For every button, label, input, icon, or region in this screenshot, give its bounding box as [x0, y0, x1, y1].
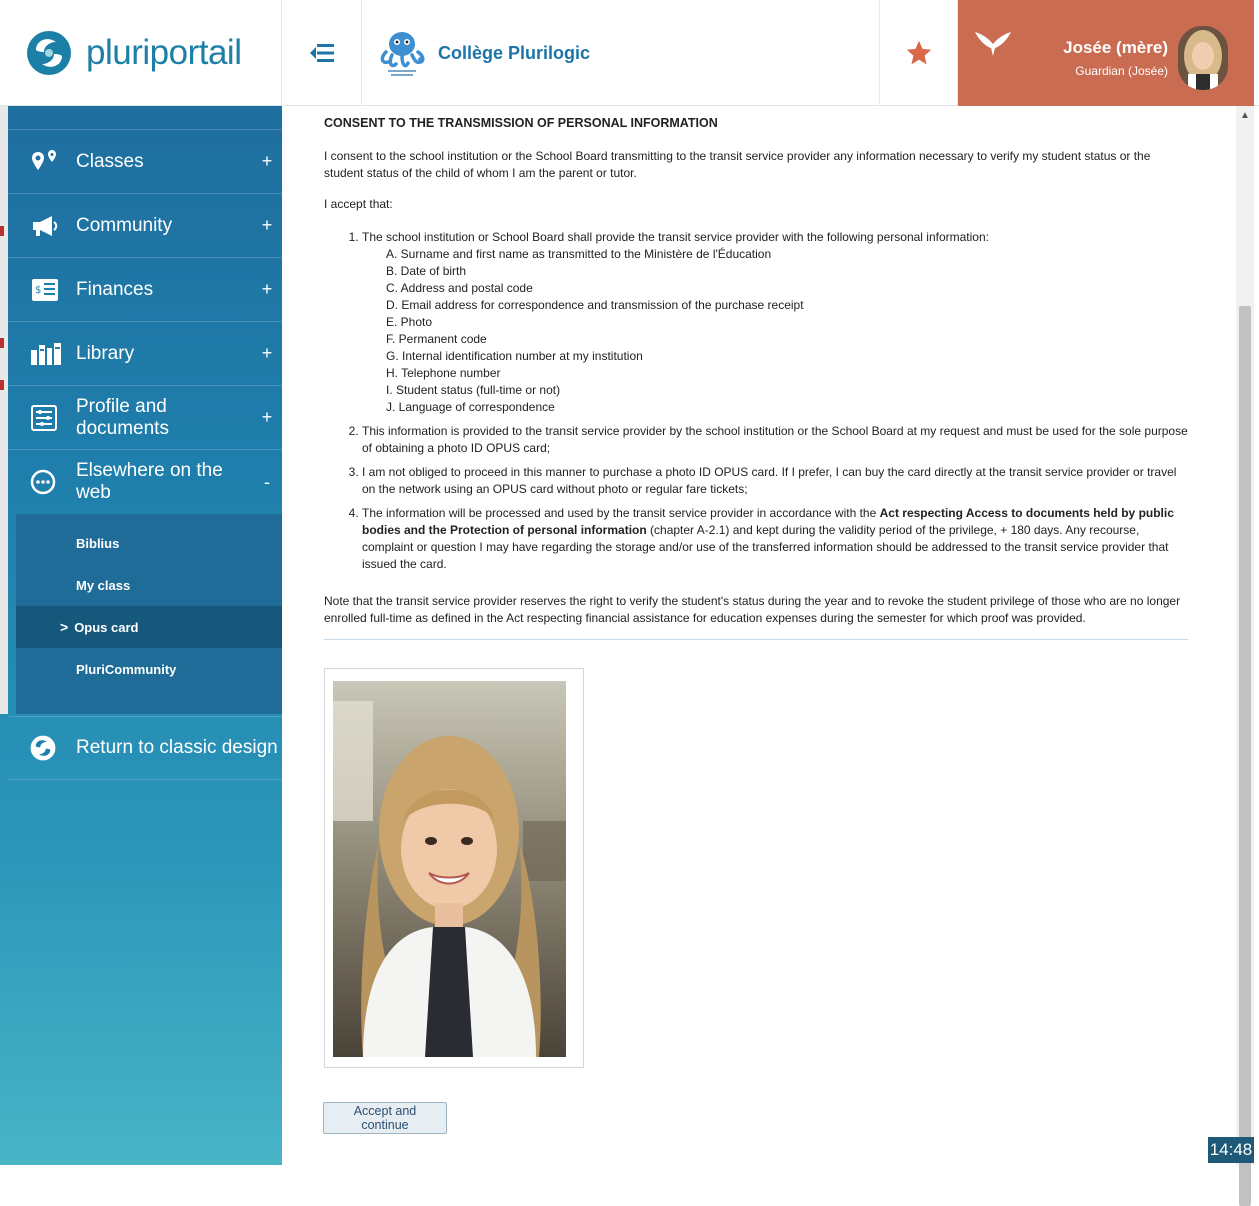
settings-sliders-icon — [30, 401, 76, 435]
sidebar-item-label: Library — [76, 342, 135, 364]
list-item: B. Date of birth — [386, 264, 467, 278]
chevron-right-icon: > — [60, 619, 69, 635]
bird-icon — [975, 32, 1011, 56]
expand-toggle[interactable]: + — [252, 151, 282, 172]
sidebar-subitem-opus-card[interactable]: > Opus card — [16, 606, 282, 648]
list-item: E. Photo — [386, 315, 433, 329]
sidebar-item-profile-documents[interactable]: Profile and documents + — [8, 386, 282, 450]
sidebar-item-label: Profile and documents — [76, 395, 169, 439]
svg-text:$: $ — [35, 285, 41, 296]
map-pin-icon — [30, 145, 76, 179]
sidebar-item-label: Community — [76, 214, 173, 236]
sidebar-subitem-label: Opus card — [74, 619, 139, 635]
expand-toggle[interactable]: + — [252, 215, 282, 236]
user-role: Guardian (Josée) — [1075, 64, 1168, 78]
accept-and-continue-button[interactable]: Accept and continue — [323, 1102, 447, 1134]
sidebar: Classes + Community + $ Finances + Libra… — [0, 106, 282, 1165]
divider — [324, 639, 1188, 640]
scrollbar-thumb[interactable] — [1239, 306, 1251, 1206]
return-classic-design-link[interactable]: Return to classic design — [8, 716, 282, 780]
books-icon — [30, 337, 76, 371]
list-item: This information is provided to the tran… — [362, 423, 1190, 457]
list-item: C. Address and postal code — [386, 281, 533, 295]
consent-intro: I consent to the school institution or t… — [324, 149, 1151, 180]
edge-marker — [0, 380, 4, 390]
logo-text: pluriportail — [86, 33, 242, 72]
main-content: CONSENT TO THE TRANSMISSION OF PERSONAL … — [310, 106, 1208, 1165]
sidebar-subitem-label: PluriCommunity — [76, 661, 177, 677]
expand-toggle[interactable]: + — [252, 279, 282, 300]
sidebar-item-community[interactable]: Community + — [8, 194, 282, 258]
list-item: A. Surname and first name as transmitted… — [386, 247, 772, 261]
list-item: I am not obliged to proceed in this mann… — [362, 464, 1190, 498]
top-header: pluriportail Collège Plurilogic Josée (m — [0, 0, 1259, 106]
accept-intro: I accept that: — [324, 197, 393, 211]
sidebar-item-classes[interactable]: Classes + — [8, 130, 282, 194]
sidebar-item-label: Return to classic design — [76, 737, 278, 758]
ellipsis-circle-icon — [30, 465, 76, 499]
favorites-button[interactable] — [880, 0, 958, 106]
transit-note: Note that the transit service provider r… — [324, 594, 1181, 625]
avatar[interactable] — [1178, 26, 1228, 90]
sidebar-subitem-pluricommunity[interactable]: PluriCommunity — [16, 648, 282, 690]
list-item: D. Email address for correspondence and … — [386, 298, 804, 312]
sidebar-item-label: Classes — [76, 150, 144, 172]
collapse-menu-icon — [309, 44, 334, 62]
sidebar-item-label: Finances — [76, 278, 154, 300]
sidebar-subitem-label: My class — [76, 577, 131, 593]
pluriportail-logo-icon — [30, 731, 76, 765]
list-item: The information will be processed and us… — [362, 505, 1190, 573]
invoice-icon: $ — [30, 273, 76, 307]
collapse-toggle[interactable]: - — [252, 472, 282, 493]
sidebar-item-label: Elsewhere on the web — [76, 460, 223, 503]
list-item: F. Permanent code — [386, 332, 487, 346]
student-photo-image — [333, 681, 566, 1057]
scroll-up-icon[interactable]: ▲ — [1236, 110, 1254, 126]
user-panel[interactable]: Josée (mère) Guardian (Josée) — [958, 0, 1254, 106]
list-item-text: The information will be processed and us… — [362, 506, 880, 520]
personal-info-list: A. Surname and first name as transmitted… — [362, 246, 1190, 416]
consent-list: The school institution or School Board s… — [350, 229, 1190, 580]
sidebar-subitems: Biblius My class > Opus card PluriCommun… — [16, 514, 282, 714]
user-name: Josée (mère) — [1063, 38, 1168, 57]
sidebar-edge — [0, 106, 8, 714]
sidebar-nav: Classes + Community + $ Finances + Libra… — [8, 106, 282, 1165]
list-item: I. Student status (full-time or not) — [386, 383, 561, 397]
school-name: Collège Plurilogic — [438, 42, 591, 63]
edge-marker — [0, 226, 4, 236]
sidebar-subitem-label: Biblius — [76, 535, 120, 551]
list-item: H. Telephone number — [386, 366, 501, 380]
list-item: The school institution or School Board s… — [362, 229, 1190, 416]
clock: 14:48 — [1208, 1137, 1254, 1163]
menu-toggle-button[interactable] — [282, 0, 362, 106]
school-link[interactable]: Collège Plurilogic — [362, 0, 880, 106]
expand-toggle[interactable]: + — [252, 343, 282, 364]
edge-marker — [0, 338, 4, 348]
list-item: J. Language of correspondence — [386, 400, 555, 414]
logo-link[interactable]: pluriportail — [0, 0, 282, 106]
list-item-text: The school institution or School Board s… — [362, 230, 989, 244]
avatar-photo-icon — [1178, 26, 1228, 90]
sidebar-item-library[interactable]: Library + — [8, 322, 282, 386]
sidebar-item-finances[interactable]: $ Finances + — [8, 258, 282, 322]
sidebar-item-partial — [8, 106, 282, 130]
page-title: CONSENT TO THE TRANSMISSION OF PERSONAL … — [324, 116, 718, 130]
megaphone-icon — [30, 209, 76, 243]
list-item: G. Internal identification number at my … — [386, 349, 643, 363]
sidebar-subitem-biblius[interactable]: Biblius — [16, 522, 282, 564]
pluriportail-logo-icon — [27, 31, 71, 75]
sidebar-subitem-my-class[interactable]: My class — [16, 564, 282, 606]
star-icon — [906, 40, 931, 65]
school-octopus-logo-icon — [380, 32, 425, 76]
expand-toggle[interactable]: + — [252, 407, 282, 428]
student-photo — [333, 681, 566, 1057]
student-photo-frame — [324, 668, 584, 1068]
scrollbar[interactable]: ▲ — [1236, 106, 1254, 1206]
sidebar-item-elsewhere-on-the-web[interactable]: Elsewhere on the web - — [8, 450, 282, 514]
